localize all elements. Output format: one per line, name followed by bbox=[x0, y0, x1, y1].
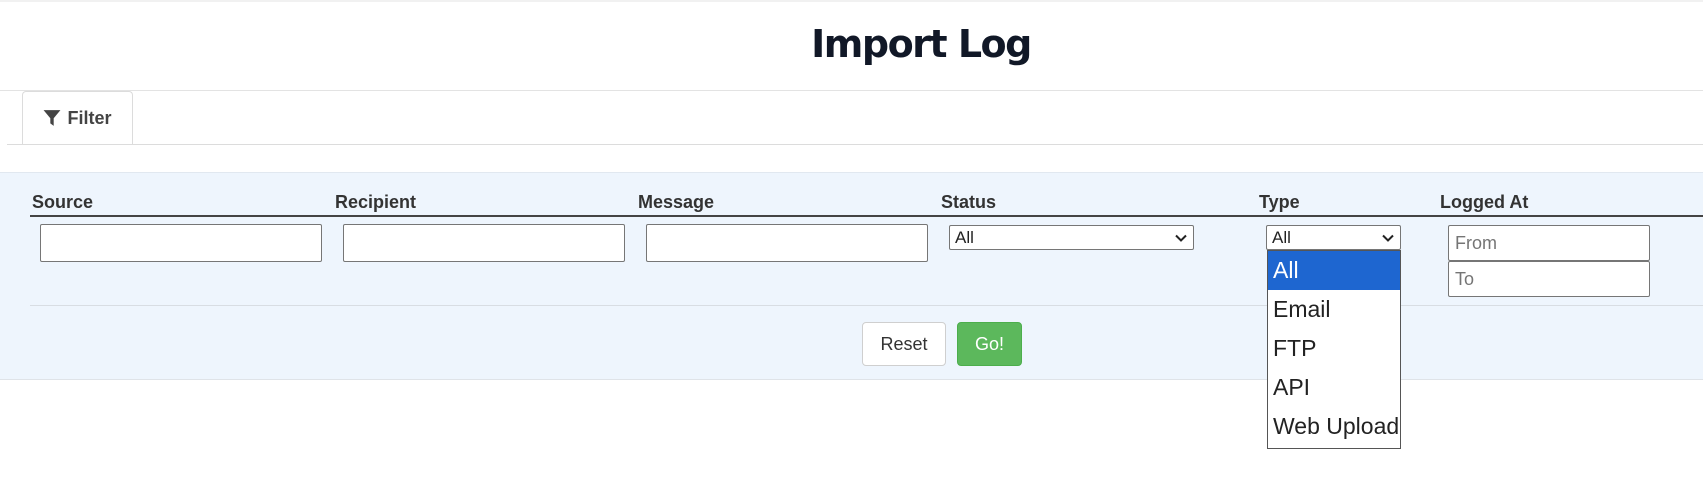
status-select[interactable]: All bbox=[949, 225, 1194, 250]
status-select-value: All bbox=[955, 227, 974, 247]
source-input[interactable] bbox=[40, 224, 322, 262]
logged-at-label: Logged At bbox=[1440, 192, 1529, 212]
source-label: Source bbox=[32, 192, 94, 212]
status-label: Status bbox=[941, 192, 997, 212]
logged-at-from-input[interactable] bbox=[1448, 225, 1650, 261]
type-option-email[interactable]: Email bbox=[1268, 290, 1400, 329]
tab-filter[interactable]: Filter bbox=[22, 91, 133, 145]
type-label: Type bbox=[1259, 192, 1300, 212]
tab-bar-line bbox=[7, 144, 1703, 145]
type-dropdown-list: All Email FTP API Web Upload bbox=[1267, 250, 1401, 449]
message-label: Message bbox=[638, 192, 715, 212]
tab-filter-label: Filter bbox=[67, 107, 112, 128]
header-divider bbox=[0, 90, 1703, 91]
go-button[interactable]: Go! bbox=[957, 322, 1022, 366]
type-select[interactable]: All bbox=[1266, 225, 1401, 250]
filter-icon bbox=[43, 109, 61, 127]
top-border bbox=[0, 0, 1703, 2]
type-option-api[interactable]: API bbox=[1268, 368, 1400, 407]
recipient-input[interactable] bbox=[343, 224, 625, 262]
type-select-value: All bbox=[1272, 227, 1291, 247]
chevron-down-icon bbox=[1381, 231, 1395, 245]
chevron-down-icon bbox=[1174, 231, 1188, 245]
button-divider bbox=[30, 305, 1703, 306]
page-title: Import Log bbox=[811, 22, 1032, 66]
reset-button[interactable]: Reset bbox=[862, 322, 946, 366]
recipient-label: Recipient bbox=[335, 192, 417, 212]
type-option-web-upload[interactable]: Web Upload bbox=[1268, 407, 1400, 446]
type-option-all[interactable]: All bbox=[1268, 251, 1400, 290]
type-option-ftp[interactable]: FTP bbox=[1268, 329, 1400, 368]
message-input[interactable] bbox=[646, 224, 928, 262]
logged-at-to-input[interactable] bbox=[1448, 261, 1650, 297]
header-underline bbox=[30, 215, 1703, 217]
